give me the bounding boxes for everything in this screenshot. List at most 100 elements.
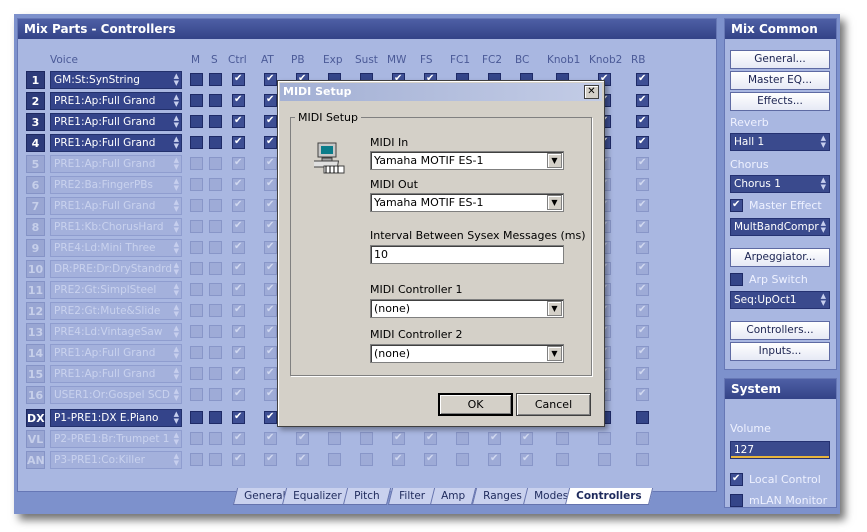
controller-checkbox[interactable] bbox=[636, 177, 649, 191]
voice-select[interactable]: PRE1:Ap:Full Grand ▲ ▼ bbox=[50, 92, 182, 110]
controller-checkbox[interactable] bbox=[232, 324, 245, 338]
controller-checkbox[interactable] bbox=[636, 114, 649, 128]
controller-checkbox[interactable] bbox=[209, 346, 222, 359]
controller-checkbox[interactable] bbox=[190, 136, 203, 149]
part-number[interactable]: 15 bbox=[26, 365, 45, 383]
controller-checkbox[interactable] bbox=[232, 431, 245, 445]
controller-checkbox[interactable] bbox=[232, 345, 245, 359]
controller-checkbox[interactable] bbox=[328, 432, 341, 445]
controller-checkbox[interactable] bbox=[636, 156, 649, 170]
part-number[interactable]: 10 bbox=[26, 260, 45, 278]
controller-checkbox[interactable] bbox=[264, 72, 277, 86]
part-number[interactable]: DX bbox=[26, 409, 45, 427]
controller-checkbox[interactable] bbox=[636, 198, 649, 212]
controller-checkbox[interactable] bbox=[209, 73, 222, 86]
part-number[interactable]: 5 bbox=[26, 155, 45, 173]
voice-select[interactable]: P3-PRE1:Co:Killer ▲ ▼ bbox=[50, 451, 182, 469]
master-eq-button[interactable]: Master EQ... bbox=[730, 71, 830, 90]
controller-checkbox[interactable] bbox=[360, 432, 373, 445]
controller-checkbox[interactable] bbox=[264, 410, 277, 424]
controller-checkbox[interactable] bbox=[209, 136, 222, 149]
controller-checkbox[interactable] bbox=[190, 346, 203, 359]
controller-checkbox[interactable] bbox=[232, 240, 245, 254]
controller-checkbox[interactable] bbox=[636, 345, 649, 359]
controller-checkbox[interactable] bbox=[209, 220, 222, 233]
midi-controller-1-select[interactable]: (none) ▼ bbox=[370, 299, 564, 318]
controller-checkbox[interactable] bbox=[598, 453, 611, 466]
controller-checkbox[interactable] bbox=[392, 452, 405, 466]
voice-select[interactable]: PRE1:Kb:ChorusHard ▲ ▼ bbox=[50, 218, 182, 236]
controller-checkbox[interactable] bbox=[209, 262, 222, 275]
midi-out-select[interactable]: Yamaha MOTIF ES-1 ▼ bbox=[370, 193, 564, 212]
voice-select[interactable]: P1-PRE1:DX E.Piano ▲ ▼ bbox=[50, 409, 182, 427]
voice-select[interactable]: GM:St:SynString ▲ ▼ bbox=[50, 71, 182, 89]
controller-checkbox[interactable] bbox=[232, 410, 245, 424]
controller-checkbox[interactable] bbox=[636, 366, 649, 380]
controller-checkbox[interactable] bbox=[264, 198, 277, 212]
controller-checkbox[interactable] bbox=[232, 135, 245, 149]
controller-checkbox[interactable] bbox=[209, 241, 222, 254]
controller-checkbox[interactable] bbox=[190, 453, 203, 466]
controller-checkbox[interactable] bbox=[264, 114, 277, 128]
controller-checkbox[interactable] bbox=[264, 282, 277, 296]
general-button[interactable]: General... bbox=[730, 50, 830, 69]
part-number[interactable]: 7 bbox=[26, 197, 45, 215]
midi-in-select[interactable]: Yamaha MOTIF ES-1 ▼ bbox=[370, 151, 564, 170]
controller-checkbox[interactable] bbox=[209, 367, 222, 380]
master-effect-checkbox[interactable] bbox=[730, 198, 743, 212]
volume-control[interactable]: 127 bbox=[730, 441, 830, 459]
effects-button[interactable]: Effects... bbox=[730, 92, 830, 111]
controller-checkbox[interactable] bbox=[488, 431, 501, 445]
ok-button[interactable]: OK bbox=[438, 393, 513, 416]
controller-checkbox[interactable] bbox=[190, 115, 203, 128]
part-number[interactable]: 8 bbox=[26, 218, 45, 236]
controller-checkbox[interactable] bbox=[232, 282, 245, 296]
tab-amp[interactable]: Amp bbox=[429, 488, 477, 505]
voice-select[interactable]: PRE2:Ba:FingerPBs ▲ ▼ bbox=[50, 176, 182, 194]
part-number[interactable]: AN bbox=[26, 451, 45, 469]
interval-input[interactable]: 10 bbox=[370, 245, 564, 264]
controller-checkbox[interactable] bbox=[264, 156, 277, 170]
voice-select[interactable]: PRE1:Ap:Full Grand ▲ ▼ bbox=[50, 344, 182, 362]
voice-select[interactable]: PRE1:Ap:Full Grand ▲ ▼ bbox=[50, 365, 182, 383]
controller-checkbox[interactable] bbox=[209, 283, 222, 296]
controller-checkbox[interactable] bbox=[636, 432, 649, 445]
arp-type-select[interactable]: Seq:UpOct1 ▲ ▼ bbox=[730, 291, 830, 309]
controller-checkbox[interactable] bbox=[456, 453, 469, 466]
controller-checkbox[interactable] bbox=[209, 453, 222, 466]
controller-checkbox[interactable] bbox=[209, 199, 222, 212]
controller-checkbox[interactable] bbox=[209, 115, 222, 128]
controller-checkbox[interactable] bbox=[190, 241, 203, 254]
controller-checkbox[interactable] bbox=[190, 304, 203, 317]
controller-checkbox[interactable] bbox=[232, 114, 245, 128]
part-number[interactable]: 4 bbox=[26, 134, 45, 152]
controller-checkbox[interactable] bbox=[190, 388, 203, 401]
tab-filter[interactable]: Filter bbox=[387, 488, 437, 505]
controller-checkbox[interactable] bbox=[636, 411, 649, 424]
controller-checkbox[interactable] bbox=[209, 411, 222, 424]
controller-checkbox[interactable] bbox=[264, 93, 277, 107]
controller-checkbox[interactable] bbox=[264, 431, 277, 445]
voice-select[interactable]: PRE2:Gt:Mute&Slide ▲ ▼ bbox=[50, 302, 182, 320]
controller-checkbox[interactable] bbox=[232, 219, 245, 233]
controller-checkbox[interactable] bbox=[232, 387, 245, 401]
controller-checkbox[interactable] bbox=[264, 240, 277, 254]
controller-checkbox[interactable] bbox=[209, 157, 222, 170]
dropdown-arrow-icon[interactable]: ▼ bbox=[547, 301, 562, 316]
controller-checkbox[interactable] bbox=[232, 156, 245, 170]
voice-select[interactable]: PRE1:Ap:Full Grand ▲ ▼ bbox=[50, 134, 182, 152]
tab-controllers[interactable]: Controllers bbox=[564, 488, 653, 505]
controller-checkbox[interactable] bbox=[264, 324, 277, 338]
close-icon[interactable]: ✕ bbox=[584, 85, 599, 99]
controller-checkbox[interactable] bbox=[264, 345, 277, 359]
voice-select[interactable]: P2-PRE1:Br:Trumpet 1 ▲ ▼ bbox=[50, 430, 182, 448]
part-number[interactable]: 2 bbox=[26, 92, 45, 110]
controller-checkbox[interactable] bbox=[190, 262, 203, 275]
cancel-button[interactable]: Cancel bbox=[516, 393, 591, 416]
part-number[interactable]: 12 bbox=[26, 302, 45, 320]
controller-checkbox[interactable] bbox=[296, 452, 309, 466]
controller-checkbox[interactable] bbox=[264, 261, 277, 275]
inputs-button[interactable]: Inputs... bbox=[730, 342, 830, 361]
voice-select[interactable]: PRE1:Ap:Full Grand ▲ ▼ bbox=[50, 155, 182, 173]
voice-select[interactable]: PRE4:Ld:Mini Three ▲ ▼ bbox=[50, 239, 182, 257]
